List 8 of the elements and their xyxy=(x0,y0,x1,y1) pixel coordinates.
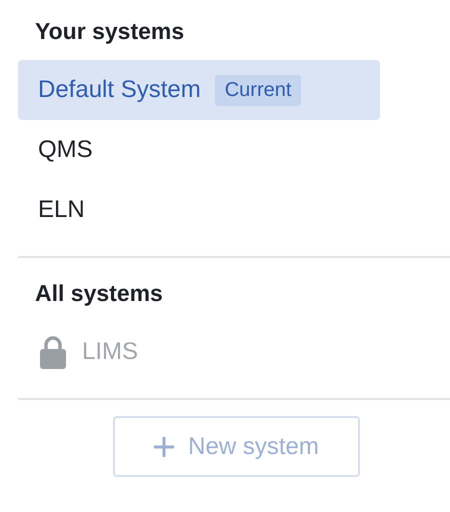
system-item[interactable]: QMS xyxy=(18,120,380,180)
system-item[interactable]: ELN xyxy=(18,180,380,240)
section-heading: All systems xyxy=(35,279,164,308)
lock-icon xyxy=(38,335,68,369)
section-heading: Your systems xyxy=(35,17,186,46)
current-badge: Current xyxy=(214,74,302,106)
system-item[interactable]: Default System Current xyxy=(18,60,380,120)
plus-icon xyxy=(154,436,174,456)
